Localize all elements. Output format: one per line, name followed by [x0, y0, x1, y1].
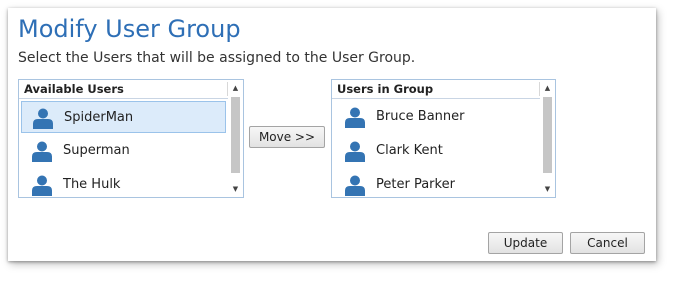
list-item-clark-kent[interactable]: Clark Kent [334, 135, 538, 167]
user-icon [345, 107, 365, 128]
modify-user-group-dialog: Modify User Group Select the Users that … [8, 8, 656, 261]
users-in-group-header: Users in Group [332, 80, 540, 99]
list-item-label: Bruce Banner [376, 109, 465, 124]
move-button[interactable]: Move >> [249, 126, 325, 148]
scroll-up-arrow-icon[interactable]: ▲ [540, 81, 555, 95]
user-icon [33, 108, 53, 129]
dialog-title: Modify User Group [18, 15, 241, 43]
scroll-down-arrow-icon[interactable]: ▼ [540, 182, 555, 196]
available-users-scrollbar[interactable]: ▲ ▼ [228, 80, 243, 197]
scroll-thumb[interactable] [543, 97, 552, 173]
scroll-up-arrow-icon[interactable]: ▲ [228, 81, 243, 95]
list-item-label: Clark Kent [376, 143, 443, 158]
list-item-superman[interactable]: Superman [21, 135, 226, 167]
user-icon [32, 175, 52, 196]
cancel-button[interactable]: Cancel [570, 232, 645, 254]
available-users-header: Available Users [19, 80, 228, 99]
user-icon [345, 175, 365, 196]
scroll-down-arrow-icon[interactable]: ▼ [228, 182, 243, 196]
user-icon [32, 141, 52, 162]
user-icon [345, 141, 365, 162]
update-button[interactable]: Update [488, 232, 563, 254]
available-users-items: SpiderMan Superman The Hulk [19, 99, 228, 197]
list-item-label: Superman [63, 143, 130, 158]
scroll-thumb[interactable] [231, 97, 240, 173]
list-item-label: SpiderMan [64, 110, 134, 125]
list-item-the-hulk[interactable]: The Hulk [21, 169, 226, 197]
list-item-label: Peter Parker [376, 177, 455, 192]
list-item-label: The Hulk [63, 177, 121, 192]
dialog-subtitle: Select the Users that will be assigned t… [18, 50, 416, 66]
users-in-group-scrollbar[interactable]: ▲ ▼ [540, 80, 555, 197]
users-in-group-list[interactable]: Users in Group Bruce Banner Clark Kent P… [331, 79, 556, 198]
list-item-bruce-banner[interactable]: Bruce Banner [334, 101, 538, 133]
list-item-spiderman[interactable]: SpiderMan [21, 101, 226, 133]
list-item-peter-parker[interactable]: Peter Parker [334, 169, 538, 197]
available-users-list[interactable]: Available Users SpiderMan Superman The H… [18, 79, 244, 198]
users-in-group-items: Bruce Banner Clark Kent Peter Parker [332, 99, 540, 197]
